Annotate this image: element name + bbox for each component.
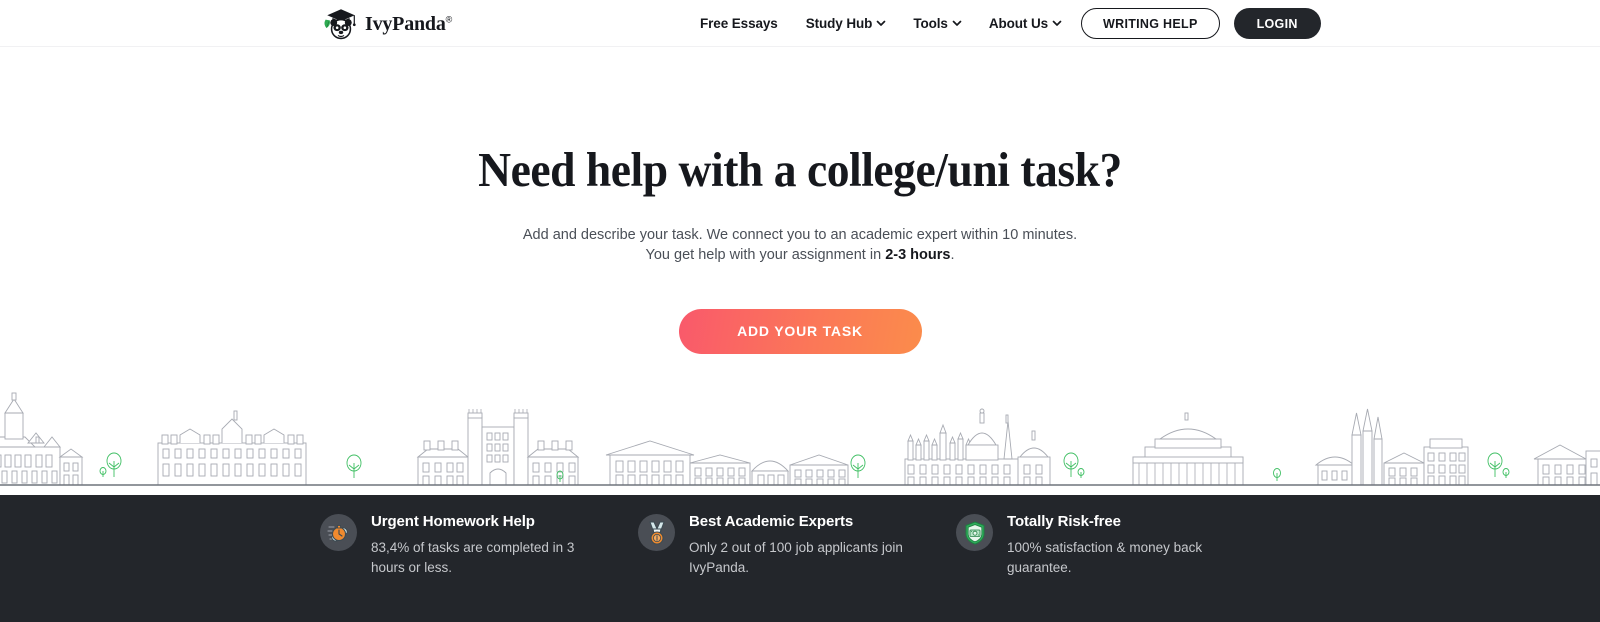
nav-item-tools[interactable]: Tools xyxy=(913,16,975,31)
feature-title: Best Academic Experts xyxy=(689,513,854,530)
nav-item-free-essays[interactable]: Free Essays xyxy=(700,16,792,31)
nav-item-study-hub[interactable]: Study Hub xyxy=(806,16,900,31)
hero-subtitle: Add and describe your task. We connect y… xyxy=(0,225,1600,265)
chevron-down-icon xyxy=(1052,18,1062,27)
shield-money-icon xyxy=(956,514,993,551)
feature-totally-risk-free: Totally Risk-free 100% satisfaction & mo… xyxy=(956,512,1274,578)
registered-mark: ® xyxy=(445,13,453,24)
nav-item-about-us[interactable]: About Us xyxy=(989,16,1075,31)
feature-best-academic-experts: Best Academic Experts Only 2 out of 100 … xyxy=(638,512,956,578)
feature-text: Urgent Homework Help 83,4% of tasks are … xyxy=(371,512,596,578)
feature-title: Urgent Homework Help xyxy=(371,513,535,530)
writing-help-button[interactable]: WRITING HELP xyxy=(1081,8,1220,39)
medal-icon xyxy=(638,514,675,551)
feature-description: 100% satisfaction & money back guarantee… xyxy=(1007,540,1203,575)
cta-container: ADD YOUR TASK xyxy=(0,308,1600,354)
feature-title: Totally Risk-free xyxy=(1007,513,1121,530)
login-button[interactable]: LOGIN xyxy=(1233,8,1321,39)
logo-text: IvyPanda® xyxy=(365,12,453,35)
main-navigation: Free Essays Study Hub Tools About Us WRI… xyxy=(700,0,1321,47)
page-title: Need help with a college/uni task? xyxy=(478,142,1122,197)
nav-label: Tools xyxy=(913,16,948,31)
nav-label: Free Essays xyxy=(700,16,778,31)
feature-description: Only 2 out of 100 job applicants join Iv… xyxy=(689,540,903,575)
hero-section: Need help with a college/uni task? Add a… xyxy=(0,47,1600,495)
stopwatch-wrench-icon xyxy=(320,514,357,551)
feature-text: Totally Risk-free 100% satisfaction & mo… xyxy=(1007,512,1232,578)
site-header: IvyPanda® Free Essays Study Hub Tools Ab… xyxy=(0,0,1600,47)
feature-urgent-homework-help: Urgent Homework Help 83,4% of tasks are … xyxy=(320,512,638,578)
hero-subtitle-highlight: 2-3 hours xyxy=(885,246,951,263)
feature-description: 83,4% of tasks are completed in 3 hours … xyxy=(371,540,575,575)
hero-subtitle-line2-suffix: . xyxy=(950,246,955,263)
chevron-down-icon xyxy=(952,18,962,27)
nav-label: About Us xyxy=(988,16,1049,31)
nav-label: Study Hub xyxy=(805,16,873,31)
chevron-down-icon xyxy=(876,18,886,27)
logo-link[interactable]: IvyPanda® xyxy=(322,5,452,41)
panda-graduate-icon xyxy=(322,5,360,41)
add-your-task-button[interactable]: ADD YOUR TASK xyxy=(678,308,922,354)
hero-subtitle-line1: Add and describe your task. We connect y… xyxy=(522,226,1078,243)
campus-skyline-illustration xyxy=(0,385,1600,495)
feature-text: Best Academic Experts Only 2 out of 100 … xyxy=(689,512,914,578)
features-bar: Urgent Homework Help 83,4% of tasks are … xyxy=(0,495,1600,622)
hero-subtitle-line2-prefix: You get help with your assignment in xyxy=(645,246,886,263)
